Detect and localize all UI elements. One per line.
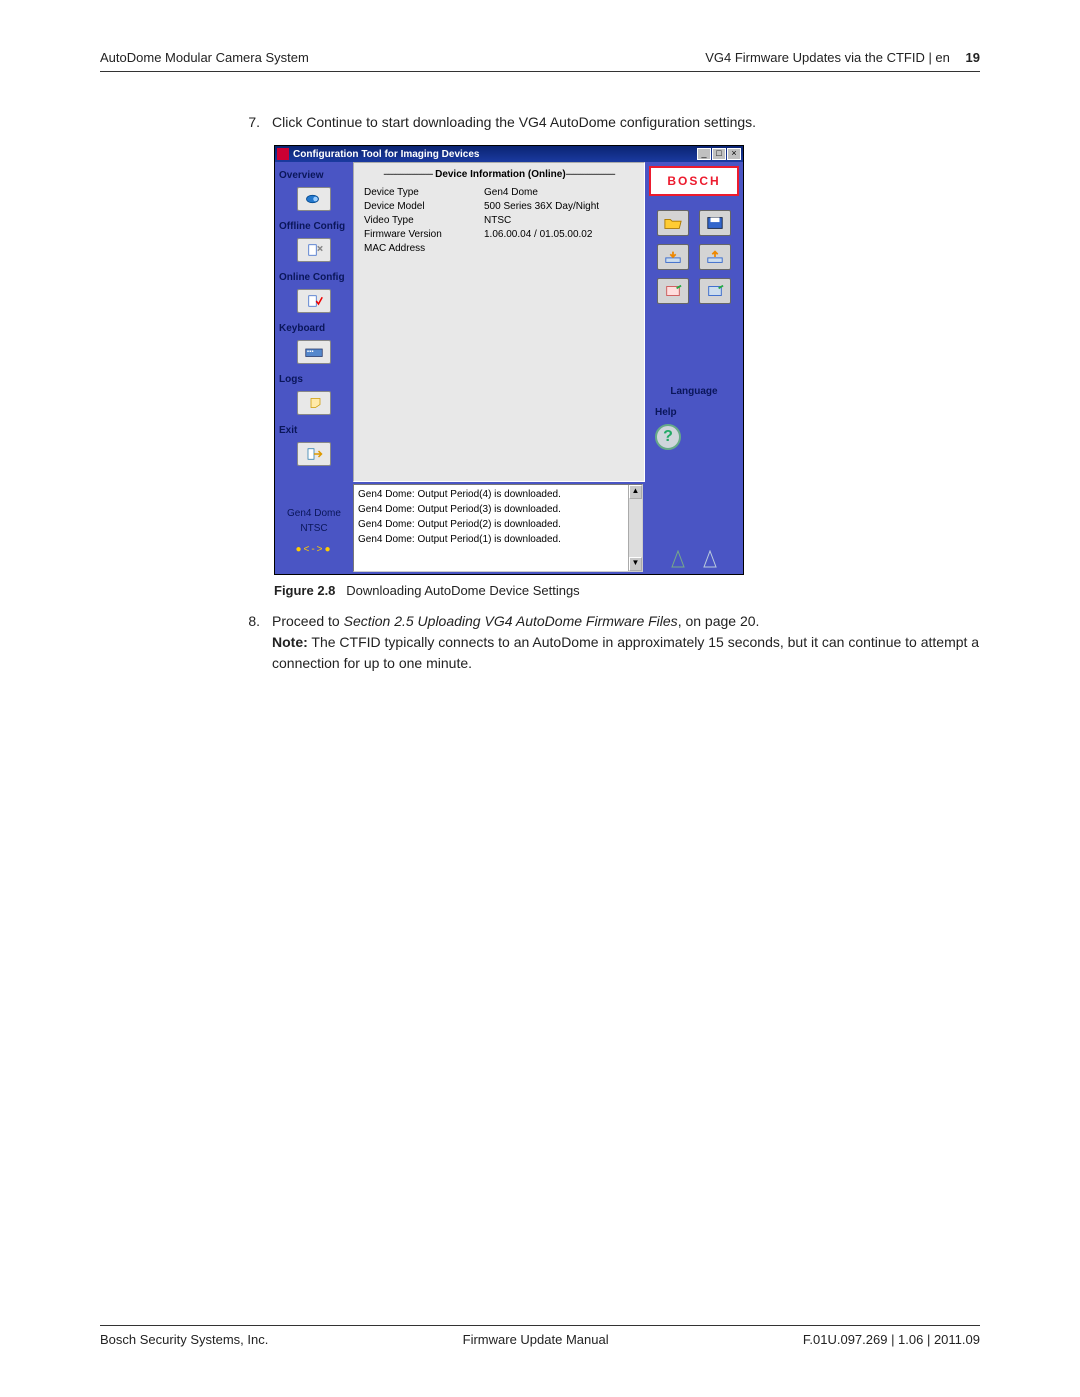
device-info-row: Device TypeGen4 Dome	[364, 186, 634, 200]
window-body: Overview Offline Config Online Config Ke…	[275, 162, 743, 482]
info-value	[484, 242, 634, 256]
footer-right: F.01U.097.269 | 1.06 | 2011.09	[803, 1332, 980, 1347]
device-info-row: Video TypeNTSC	[364, 214, 634, 228]
note-text: The CTFID typically connects to an AutoD…	[272, 634, 979, 671]
center-panel: Device Information (Online) Device TypeG…	[353, 162, 645, 482]
document-page: AutoDome Modular Camera System VG4 Firmw…	[100, 50, 980, 674]
scroll-down-icon[interactable]: ▼	[629, 557, 642, 571]
screen-out-icon[interactable]	[657, 278, 689, 304]
info-value: 1.06.00.04 / 01.05.00.02	[484, 228, 634, 242]
keyboard-icon[interactable]	[297, 340, 331, 364]
device-info-row: Firmware Version1.06.00.04 / 01.05.00.02	[364, 228, 634, 242]
footer-left: Bosch Security Systems, Inc.	[100, 1332, 268, 1347]
log-line: Gen4 Dome: Output Period(3) is downloade…	[358, 502, 638, 517]
metronome-icon	[671, 550, 685, 568]
log-panel: Gen4 Dome: Output Period(4) is downloade…	[353, 484, 643, 572]
exit-icon[interactable]	[297, 442, 331, 466]
help-label: Help	[649, 405, 739, 420]
proceed-suffix: , on page 20.	[678, 613, 760, 629]
camera-icon[interactable]	[297, 187, 331, 211]
maximize-button[interactable]: □	[712, 148, 726, 160]
sidebar-label-keyboard: Keyboard	[275, 319, 353, 338]
window-title: Configuration Tool for Imaging Devices	[293, 147, 480, 162]
step-text: Proceed to Section 2.5 Uploading VG4 Aut…	[272, 611, 980, 674]
save-icon[interactable]	[699, 210, 731, 236]
language-label[interactable]: Language	[649, 384, 739, 399]
figure-number: Figure 2.8	[274, 583, 335, 598]
step-number: 7.	[230, 112, 260, 133]
sidebar-label-exit: Exit	[275, 421, 353, 440]
figure-caption: Figure 2.8 Downloading AutoDome Device S…	[274, 581, 980, 601]
log-line: Gen4 Dome: Output Period(4) is downloade…	[358, 487, 638, 502]
footer-center: Firmware Update Manual	[463, 1332, 609, 1347]
step-text: Click Continue to start downloading the …	[272, 112, 980, 133]
status-video: NTSC	[275, 521, 353, 536]
minimize-button[interactable]: _	[697, 148, 711, 160]
header-left: AutoDome Modular Camera System	[100, 50, 309, 65]
doc-check-icon[interactable]	[297, 289, 331, 313]
device-info-heading: Device Information (Online)	[354, 163, 644, 186]
info-key: Firmware Version	[364, 228, 484, 242]
content-area: 7. Click Continue to start downloading t…	[230, 112, 980, 674]
bosch-logo: BOSCH	[649, 166, 739, 196]
help-icon[interactable]: ?	[655, 424, 681, 450]
progress-dots-icon: ●<->●	[275, 542, 353, 557]
info-key: Device Type	[364, 186, 484, 200]
status-strip: Gen4 Dome NTSC ●<->● Gen4 Dome: Output P…	[275, 482, 743, 574]
titlebar[interactable]: Configuration Tool for Imaging Devices _…	[275, 146, 743, 162]
section-reference: Section 2.5 Uploading VG4 AutoDome Firmw…	[344, 613, 678, 629]
app-window: Configuration Tool for Imaging Devices _…	[274, 145, 744, 575]
info-key: Device Model	[364, 200, 484, 214]
screen-in-icon[interactable]	[699, 278, 731, 304]
proceed-prefix: Proceed to	[272, 613, 344, 629]
info-value: 500 Series 36X Day/Night	[484, 200, 634, 214]
scrollbar-track[interactable]	[629, 499, 642, 557]
log-line: Gen4 Dome: Output Period(1) is downloade…	[358, 532, 638, 547]
status-device: Gen4 Dome	[275, 506, 353, 521]
app-screenshot: Configuration Tool for Imaging Devices _…	[274, 145, 744, 575]
info-key: MAC Address	[364, 242, 484, 256]
doc-x-icon[interactable]	[297, 238, 331, 262]
status-right	[645, 482, 743, 574]
info-value: NTSC	[484, 214, 634, 228]
sidebar-label-online: Online Config	[275, 268, 353, 287]
note-icon[interactable]	[297, 391, 331, 415]
upload-icon[interactable]	[699, 244, 731, 270]
scroll-up-icon[interactable]: ▲	[629, 485, 642, 499]
status-left: Gen4 Dome NTSC ●<->●	[275, 482, 353, 574]
step-8: 8. Proceed to Section 2.5 Uploading VG4 …	[230, 611, 980, 674]
metronome-icon	[703, 550, 717, 568]
header-section: VG4 Firmware Updates via the CTFID | en	[705, 50, 950, 65]
step-7: 7. Click Continue to start downloading t…	[230, 112, 980, 133]
page-footer: Bosch Security Systems, Inc. Firmware Up…	[100, 1325, 980, 1347]
sidebar: Overview Offline Config Online Config Ke…	[275, 162, 353, 482]
app-icon	[277, 148, 289, 160]
device-info-row: MAC Address	[364, 242, 634, 256]
info-key: Video Type	[364, 214, 484, 228]
right-panel: BOSCH Language	[645, 162, 743, 482]
sidebar-label-logs: Logs	[275, 370, 353, 389]
note-label: Note:	[272, 634, 308, 650]
device-info-table: Device TypeGen4 Dome Device Model500 Ser…	[354, 186, 644, 256]
step-number: 8.	[230, 611, 260, 674]
page-number: 19	[966, 50, 980, 65]
sidebar-label-offline: Offline Config	[275, 217, 353, 236]
device-info-row: Device Model500 Series 36X Day/Night	[364, 200, 634, 214]
figure-text: Downloading AutoDome Device Settings	[346, 583, 579, 598]
log-line: Gen4 Dome: Output Period(2) is downloade…	[358, 517, 638, 532]
header-right: VG4 Firmware Updates via the CTFID | en …	[705, 50, 980, 65]
scrollbar[interactable]: ▲ ▼	[628, 485, 642, 571]
info-value: Gen4 Dome	[484, 186, 634, 200]
page-header: AutoDome Modular Camera System VG4 Firmw…	[100, 50, 980, 72]
open-icon[interactable]	[657, 210, 689, 236]
download-icon[interactable]	[657, 244, 689, 270]
close-button[interactable]: ×	[727, 148, 741, 160]
sidebar-label-overview: Overview	[275, 166, 353, 185]
